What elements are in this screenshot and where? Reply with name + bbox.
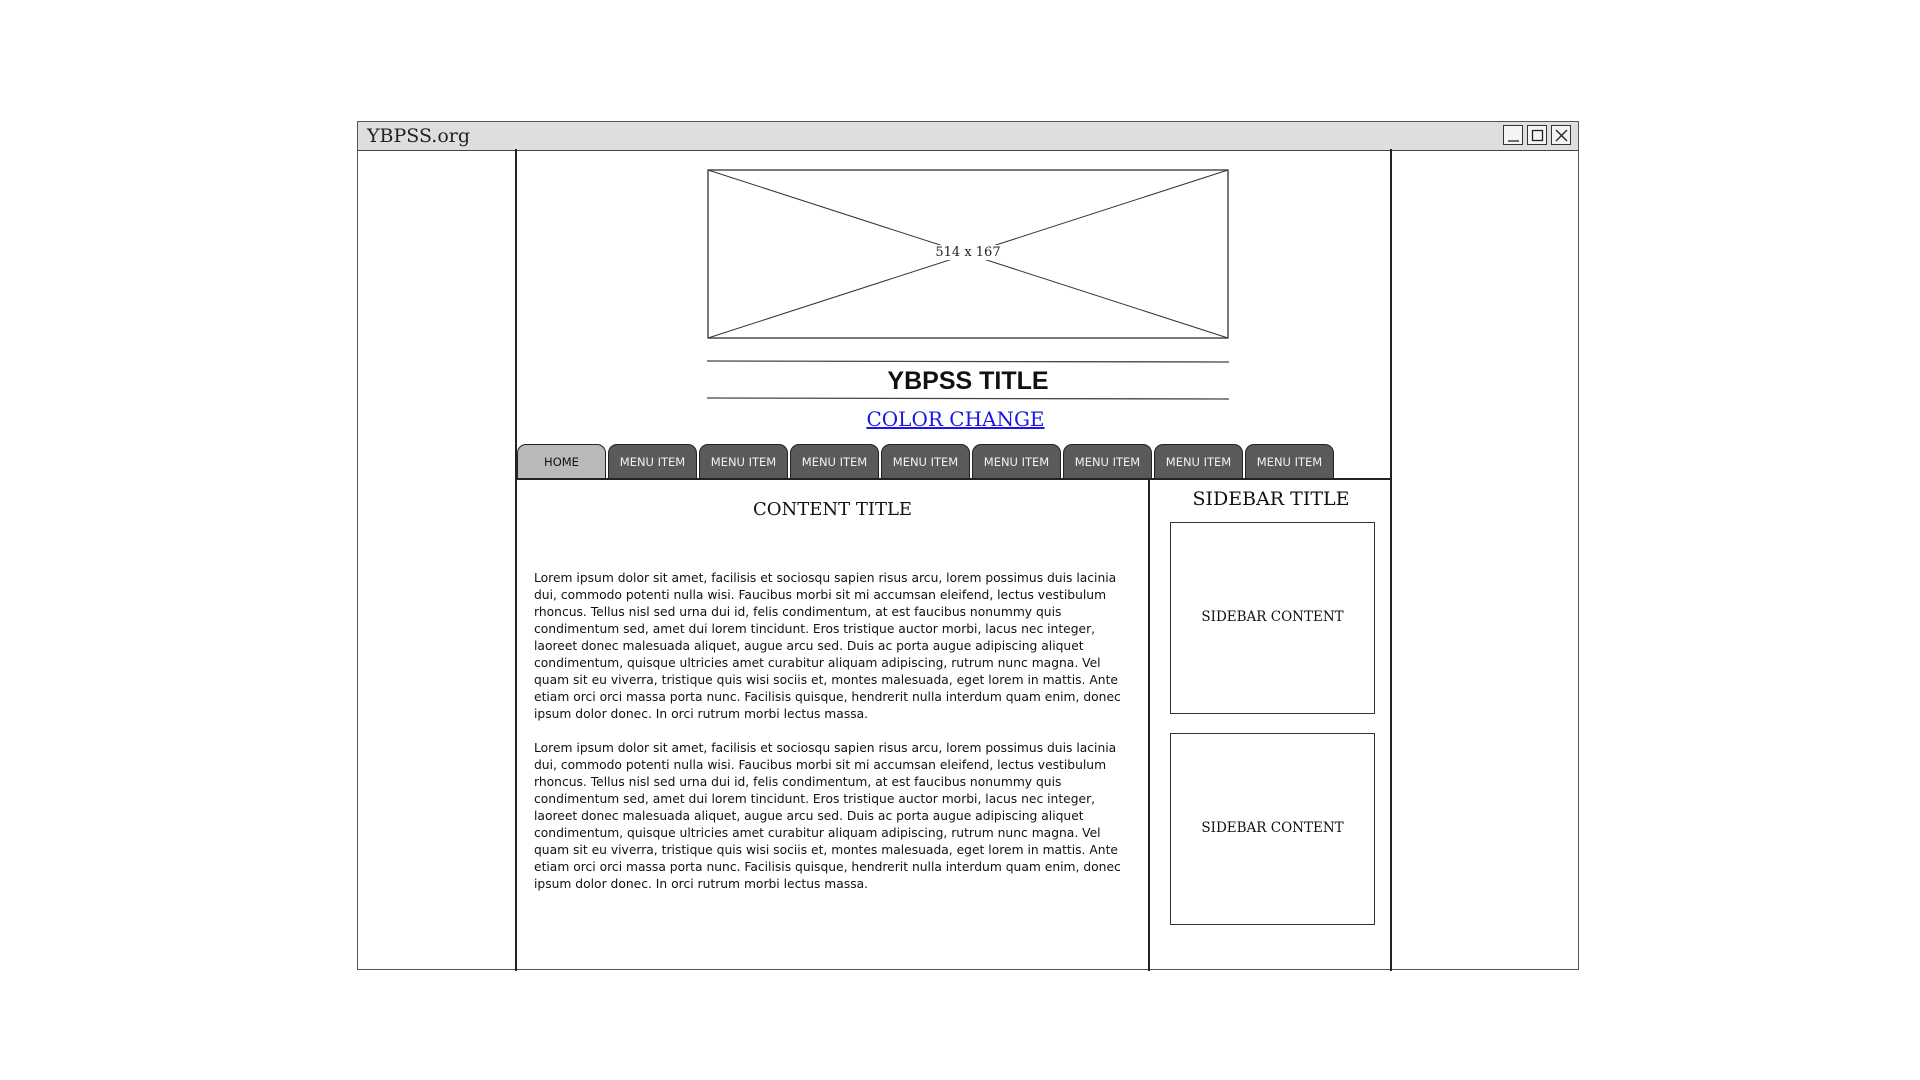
sidebar-content-box: SIDEBAR CONTENT (1170, 733, 1375, 925)
sidebar-content-box: SIDEBAR CONTENT (1170, 522, 1375, 714)
tab-menu-item-4[interactable]: MENU ITEM (881, 444, 970, 479)
banner-dimensions: 514 x 167 (933, 245, 1003, 260)
color-change-link[interactable]: COLOR CHANGE (517, 407, 1394, 431)
content-paragraph: Lorem ipsum dolor sit amet, facilisis et… (534, 741, 1121, 891)
content-paragraph: Lorem ipsum dolor sit amet, facilisis et… (534, 571, 1121, 721)
page-container: 514 x 167 YBPSS TITLE COLOR CHANGE HOME … (515, 149, 1392, 971)
sidebar-title: SIDEBAR TITLE (1192, 488, 1350, 510)
sidebar: SIDEBAR TITLE SIDEBAR CONTENT SIDEBAR CO… (1150, 480, 1392, 971)
tab-menu-item-3[interactable]: MENU ITEM (790, 444, 879, 479)
sidebar-content-label: SIDEBAR CONTENT (1201, 609, 1344, 625)
main-content: CONTENT TITLE Lorem ipsum dolor sit amet… (517, 480, 1150, 971)
banner-image-placeholder: 514 x 167 (707, 169, 1229, 339)
minimize-icon[interactable] (1503, 125, 1523, 145)
window-title: YBPSS.org (367, 125, 471, 147)
tab-menu-item-7[interactable]: MENU ITEM (1154, 444, 1243, 479)
window-titlebar[interactable]: YBPSS.org (358, 122, 1578, 151)
tab-home[interactable]: HOME (517, 444, 606, 479)
main-navigation: HOME MENU ITEM MENU ITEM MENU ITEM MENU … (517, 444, 1337, 479)
maximize-icon[interactable] (1527, 125, 1547, 145)
tab-menu-item-6[interactable]: MENU ITEM (1063, 444, 1152, 479)
tab-menu-item-5[interactable]: MENU ITEM (972, 444, 1061, 479)
browser-window: YBPSS.org 514 x 167 YBPSS TITLE COLOR CH… (357, 121, 1579, 971)
close-icon[interactable] (1551, 125, 1571, 145)
content-title: CONTENT TITLE (752, 499, 913, 520)
tab-menu-item-8[interactable]: MENU ITEM (1245, 444, 1334, 479)
tab-menu-item-2[interactable]: MENU ITEM (699, 444, 788, 479)
tab-menu-item-1[interactable]: MENU ITEM (608, 444, 697, 479)
site-title: YBPSS TITLE (887, 367, 1049, 395)
sidebar-content-label: SIDEBAR CONTENT (1201, 820, 1344, 836)
site-title-block: YBPSS TITLE (707, 360, 1229, 400)
